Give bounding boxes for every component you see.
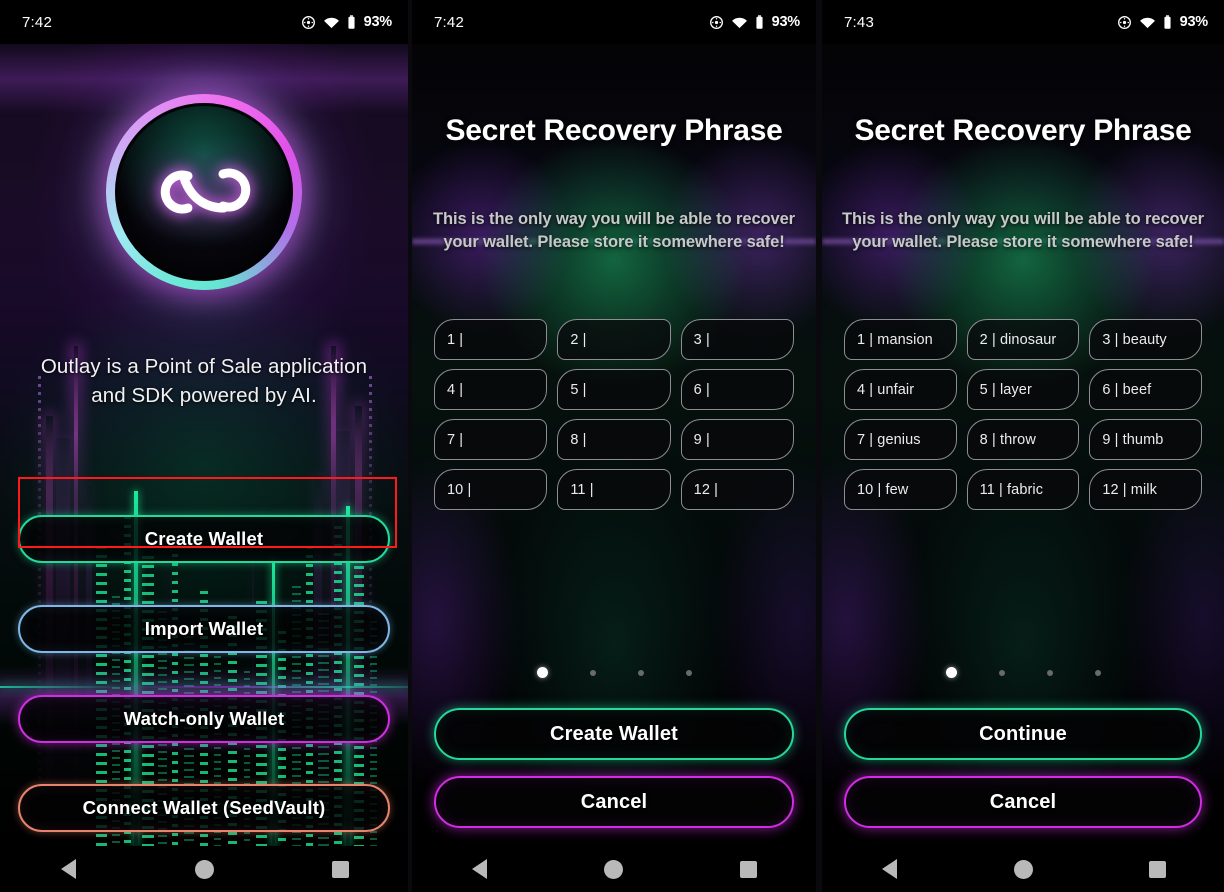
home-icon[interactable]: [584, 846, 644, 892]
infinity-icon: [106, 94, 302, 290]
android-nav-bar: [0, 846, 408, 892]
three-phone-screenshots: 7:42 93% Outlay is a Point of Sale appli…: [0, 0, 1224, 892]
battery-icon: [348, 14, 355, 29]
seed-word-field[interactable]: 3 |: [680, 319, 794, 360]
phone-screen-recovery-filled: 7:43 93% Secret Recovery Phrase This is …: [816, 0, 1224, 892]
app-tagline: Outlay is a Point of Sale application an…: [40, 355, 368, 407]
page-indicator: [536, 667, 692, 678]
continue-button[interactable]: Continue: [844, 708, 1202, 760]
page-dot[interactable]: [1046, 669, 1053, 676]
status-icons: 93%: [709, 14, 800, 30]
seed-word-field[interactable]: 1 | mansion: [844, 319, 957, 360]
recovery-phrase-content: Secret Recovery Phrase This is the only …: [412, 44, 816, 846]
phone-screen-welcome: 7:42 93% Outlay is a Point of Sale appli…: [0, 0, 408, 892]
battery-icon: [1164, 14, 1171, 29]
status-icons: 93%: [1117, 14, 1208, 30]
seed-word-field[interactable]: 6 | beef: [1089, 369, 1202, 410]
recents-icon[interactable]: [719, 846, 779, 892]
battery-percent: 93%: [771, 14, 801, 30]
page-title: Secret Recovery Phrase: [445, 114, 783, 147]
seed-word-field[interactable]: 12 | milk: [1089, 469, 1202, 510]
cancel-button[interactable]: Cancel: [844, 776, 1202, 828]
connect-wallet-seedvault-button[interactable]: Connect Wallet (SeedVault): [18, 784, 390, 832]
seed-word-field[interactable]: 2 |: [557, 319, 671, 360]
wifi-icon: [1139, 17, 1155, 28]
page-subtitle: This is the only way you will be able to…: [433, 210, 795, 251]
page-title: Secret Recovery Phrase: [854, 114, 1192, 147]
status-time: 7:42: [434, 13, 464, 31]
android-nav-bar: [822, 846, 1224, 892]
seed-word-field[interactable]: 9 | thumb: [1089, 419, 1202, 460]
watch-only-wallet-button[interactable]: Watch-only Wallet: [18, 695, 390, 743]
page-dot[interactable]: [945, 667, 957, 678]
seed-word-field[interactable]: 10 | few: [844, 469, 957, 510]
android-nav-bar: [412, 846, 816, 892]
seed-word-field[interactable]: 6 |: [680, 369, 794, 410]
import-wallet-button[interactable]: Import Wallet: [18, 605, 390, 653]
seed-word-field[interactable]: 7 |: [434, 419, 548, 460]
page-dot[interactable]: [1094, 669, 1101, 676]
status-time: 7:42: [22, 13, 52, 31]
seed-word-field[interactable]: 8 |: [557, 419, 671, 460]
alarm-icon: [301, 15, 315, 29]
page-dot[interactable]: [998, 669, 1005, 676]
alarm-icon: [1117, 15, 1131, 29]
action-buttons: Continue Cancel: [822, 708, 1224, 846]
battery-icon: [756, 14, 763, 29]
home-icon[interactable]: [174, 846, 234, 892]
status-time: 7:43: [844, 13, 874, 31]
recents-icon[interactable]: [1127, 846, 1187, 892]
wallet-button-stack: Create Wallet Import Wallet Watch-only W…: [0, 515, 408, 846]
seed-word-field[interactable]: 5 |: [557, 369, 671, 410]
seed-word-grid: 1 | mansion 2 | dinosaur 3 | beauty 4 | …: [822, 319, 1224, 510]
seed-word-field[interactable]: 11 |: [557, 469, 671, 510]
seed-word-field[interactable]: 4 | unfair: [844, 369, 957, 410]
seed-word-field[interactable]: 9 |: [680, 419, 794, 460]
status-bar: 7:42 93%: [412, 0, 816, 44]
create-wallet-button[interactable]: Create Wallet: [434, 708, 794, 760]
back-icon[interactable]: [38, 846, 98, 892]
seed-word-field[interactable]: 2 | dinosaur: [966, 319, 1080, 360]
app-logo: [106, 94, 302, 290]
action-buttons: Create Wallet Cancel: [412, 708, 816, 846]
seed-word-field[interactable]: 3 | beauty: [1089, 319, 1202, 360]
page-dot[interactable]: [637, 669, 644, 676]
back-icon[interactable]: [859, 846, 919, 892]
recents-icon[interactable]: [310, 846, 370, 892]
status-bar: 7:42 93%: [0, 0, 408, 44]
home-icon[interactable]: [993, 846, 1053, 892]
page-dot[interactable]: [685, 669, 692, 676]
wifi-icon: [731, 17, 747, 28]
seed-word-field[interactable]: 10 |: [434, 469, 548, 510]
page-subtitle: This is the only way you will be able to…: [842, 210, 1204, 251]
seed-word-field[interactable]: 11 | fabric: [966, 469, 1080, 510]
cancel-button[interactable]: Cancel: [434, 776, 794, 828]
status-icons: 93%: [301, 14, 392, 30]
wifi-icon: [323, 17, 339, 28]
seed-word-grid: 1 | 2 | 3 | 4 | 5 | 6 | 7 | 8 | 9 | 10 |…: [412, 319, 816, 510]
alarm-icon: [709, 15, 723, 29]
seed-word-field[interactable]: 1 |: [434, 319, 548, 360]
battery-percent: 93%: [363, 14, 393, 30]
battery-percent: 93%: [1179, 14, 1209, 30]
recovery-phrase-content: Secret Recovery Phrase This is the only …: [822, 44, 1224, 846]
seed-word-field[interactable]: 4 |: [434, 369, 548, 410]
page-dot[interactable]: [589, 669, 596, 676]
welcome-content: Outlay is a Point of Sale application an…: [0, 44, 408, 846]
status-bar: 7:43 93%: [822, 0, 1224, 44]
seed-word-field[interactable]: 5 | layer: [966, 369, 1080, 410]
seed-word-field[interactable]: 8 | throw: [966, 419, 1080, 460]
back-icon[interactable]: [449, 846, 509, 892]
seed-word-field[interactable]: 12 |: [680, 469, 794, 510]
seed-word-field[interactable]: 7 | genius: [844, 419, 957, 460]
page-indicator: [945, 667, 1101, 678]
create-wallet-button[interactable]: Create Wallet: [18, 515, 390, 563]
page-dot[interactable]: [536, 667, 548, 678]
phone-screen-recovery-empty: 7:42 93% Secret Recovery Phrase This is …: [408, 0, 816, 892]
